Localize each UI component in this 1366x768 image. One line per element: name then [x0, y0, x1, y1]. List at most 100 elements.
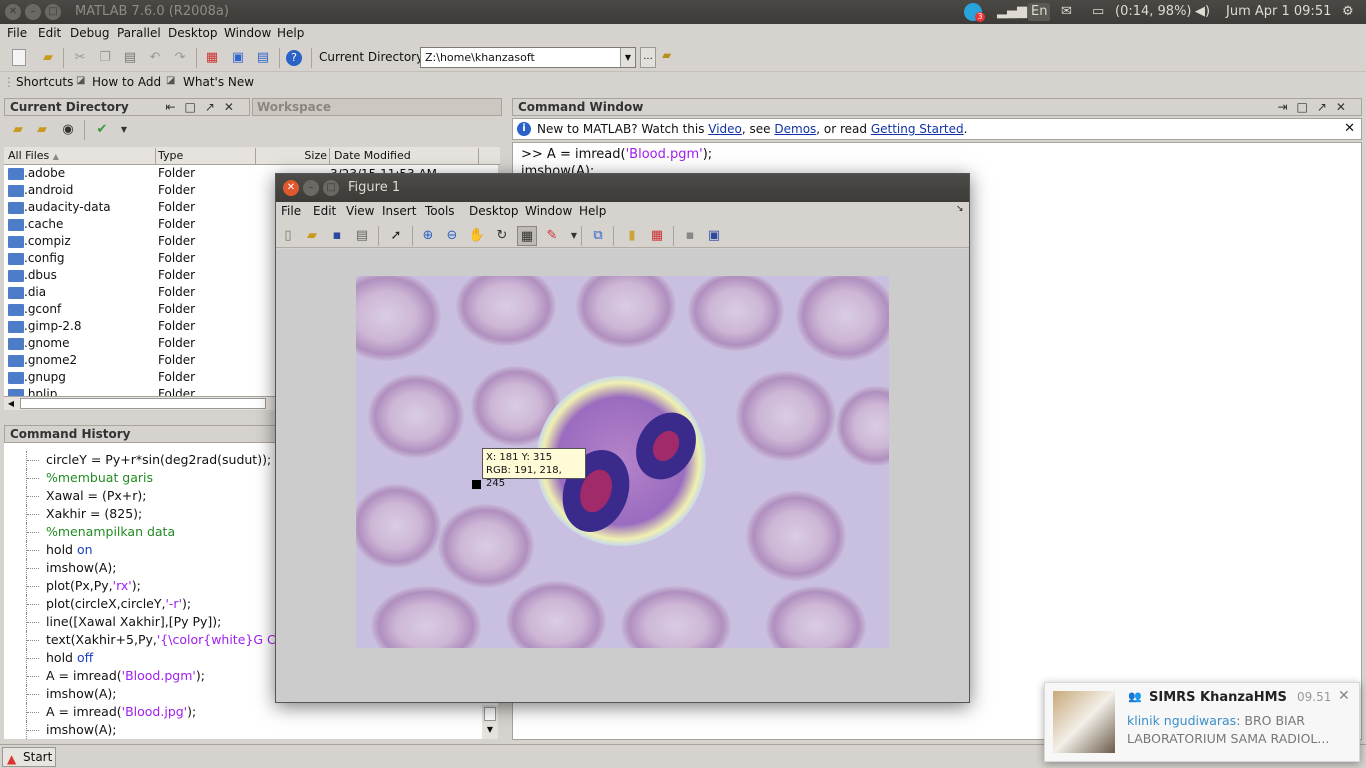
show-plot-tools-icon[interactable]: ▣ [704, 226, 724, 246]
history-scrollbar[interactable]: ▼ [482, 705, 498, 739]
menu-debug[interactable]: Debug [70, 26, 109, 40]
column-all-files[interactable]: All Files ▲ [8, 148, 156, 164]
colorbar-icon[interactable]: ▮ [622, 226, 642, 246]
brush-icon[interactable]: ✎ [542, 226, 562, 246]
pan-hand-icon[interactable]: ✋ [467, 226, 487, 246]
fig-menu-help[interactable]: Help [579, 204, 606, 218]
reports-icon[interactable]: ✔ [92, 120, 112, 140]
guide-icon[interactable]: ▣ [228, 48, 248, 68]
scroll-thumb[interactable] [20, 398, 266, 409]
zoom-out-icon[interactable]: ⊖ [442, 226, 462, 246]
data-cursor-icon[interactable]: ▦ [517, 226, 537, 246]
fig-menu-window[interactable]: Window [525, 204, 572, 218]
up-folder-icon[interactable]: ▰ [8, 120, 28, 140]
settings-gear-icon[interactable]: ⚙ [1342, 3, 1354, 21]
battery-icon[interactable]: ▭ [1092, 3, 1104, 21]
video-link[interactable]: Video [708, 122, 742, 136]
column-type[interactable]: Type [158, 148, 256, 164]
keyboard-layout-indicator[interactable]: En [1028, 3, 1051, 21]
menu-help[interactable]: Help [277, 26, 304, 40]
open-file-icon[interactable]: ▰ [302, 226, 322, 246]
blood-cell-image[interactable] [356, 276, 889, 648]
scroll-down-icon[interactable]: ▼ [484, 723, 496, 737]
current-directory-input[interactable]: Z:\home\khanzasoft [420, 47, 636, 68]
current-directory-title[interactable]: Current Directory ⇤□↗✕ [4, 98, 250, 116]
minimize-icon[interactable]: – [303, 180, 319, 196]
data-cursor-marker[interactable] [472, 480, 481, 489]
dock-arrow-icon[interactable]: ↘ [956, 204, 964, 214]
redo-icon[interactable]: ↷ [170, 48, 190, 68]
history-token: off [76, 650, 94, 665]
help-icon[interactable]: ? [286, 50, 302, 66]
fig-menu-edit[interactable]: Edit [313, 204, 336, 218]
command-window-title[interactable]: Command Window ⇥□↗✕ [512, 98, 1362, 116]
simulink-icon[interactable]: ▦ [202, 48, 222, 68]
new-figure-icon[interactable]: ▯ [278, 226, 298, 246]
scroll-left-icon[interactable]: ◀ [4, 397, 18, 410]
history-token: %menampilkan data [46, 524, 176, 539]
profiler-icon[interactable]: ▤ [253, 48, 273, 68]
maximize-window-button[interactable]: □ [45, 4, 61, 20]
mail-icon[interactable]: ✉ [1061, 3, 1072, 21]
fig-menu-desktop[interactable]: Desktop [469, 204, 519, 218]
menu-edit[interactable]: Edit [38, 26, 61, 40]
paste-icon[interactable]: ▤ [120, 48, 140, 68]
workspace-tab[interactable]: Workspace [252, 98, 502, 116]
print-icon[interactable]: ▤ [352, 226, 372, 246]
history-token: plot(circleX,circleY, [46, 596, 166, 611]
shortcut-whats-new[interactable]: What's New [183, 75, 254, 89]
menu-window[interactable]: Window [224, 26, 271, 40]
column-date-modified[interactable]: Date Modified [333, 148, 479, 164]
history-entry[interactable]: A = imread('Blood.jpg'); [4, 703, 498, 721]
hide-plot-tools-icon[interactable]: ▪ [680, 226, 700, 246]
pointer-icon[interactable]: ➚ [386, 226, 406, 246]
up-folder-icon[interactable]: ▰ [662, 48, 678, 66]
save-icon[interactable]: ▪ [327, 226, 347, 246]
start-button[interactable]: ▲ Start [2, 747, 56, 767]
volume-icon[interactable]: ◀) [1195, 3, 1210, 21]
menu-file[interactable]: File [7, 26, 27, 40]
pane-controls[interactable]: ⇥□↗✕ [1277, 99, 1355, 115]
scroll-thumb[interactable] [484, 707, 496, 721]
zoom-in-icon[interactable]: ⊕ [418, 226, 438, 246]
notification-badge: 3 [975, 12, 985, 22]
browse-folder-button[interactable]: ... [640, 47, 656, 68]
undo-icon[interactable]: ↶ [145, 48, 165, 68]
find-files-icon[interactable]: ◉ [58, 120, 78, 140]
close-icon[interactable]: ✕ [283, 180, 299, 196]
shortcut-how-to-add[interactable]: How to Add [92, 75, 161, 89]
menu-desktop[interactable]: Desktop [168, 26, 218, 40]
close-window-button[interactable]: ✕ [5, 4, 21, 20]
close-icon[interactable]: ✕ [1344, 119, 1355, 139]
fig-menu-view[interactable]: View [346, 204, 374, 218]
new-folder-icon[interactable]: ▰ [32, 120, 52, 140]
history-token: ); [131, 578, 141, 593]
demos-link[interactable]: Demos [774, 122, 816, 136]
clock[interactable]: Jum Apr 1 09:51 [1226, 3, 1331, 21]
cut-icon[interactable]: ✂ [70, 48, 90, 68]
history-entry[interactable]: imshow(A); [4, 721, 498, 739]
close-icon[interactable]: ✕ [1338, 688, 1350, 704]
chevron-down-icon[interactable]: ▼ [114, 120, 134, 140]
rotate-3d-icon[interactable]: ↻ [492, 226, 512, 246]
maximize-icon[interactable]: □ [323, 180, 339, 196]
fig-menu-file[interactable]: File [281, 204, 301, 218]
fig-menu-tools[interactable]: Tools [425, 204, 455, 218]
notification-popup[interactable]: 👥 SIMRS KhanzaHMS 09.51 ✕ klinik ngudiwa… [1044, 682, 1360, 762]
open-folder-icon[interactable]: ▰ [38, 48, 58, 68]
legend-icon[interactable]: ▦ [647, 226, 667, 246]
network-icon[interactable]: ▂▄▆ [997, 3, 1027, 21]
menu-parallel[interactable]: Parallel [117, 26, 161, 40]
data-tip[interactable]: X: 181 Y: 315 RGB: 191, 218, 245 [482, 448, 586, 489]
history-token: circleY = Py+r*sin(deg2rad(sudut)); [46, 452, 272, 467]
pane-controls[interactable]: ⇤□↗✕ [165, 99, 243, 115]
shortcuts-label[interactable]: Shortcuts [16, 75, 73, 89]
minimize-window-button[interactable]: – [25, 4, 41, 20]
fig-menu-insert[interactable]: Insert [382, 204, 416, 218]
chevron-down-icon[interactable]: ▼ [620, 48, 635, 67]
column-size[interactable]: Size [258, 148, 330, 164]
new-file-icon[interactable] [12, 49, 26, 66]
getting-started-link[interactable]: Getting Started [871, 122, 964, 136]
link-plot-icon[interactable]: ⧉ [588, 226, 608, 246]
copy-icon[interactable]: ❐ [95, 48, 115, 68]
